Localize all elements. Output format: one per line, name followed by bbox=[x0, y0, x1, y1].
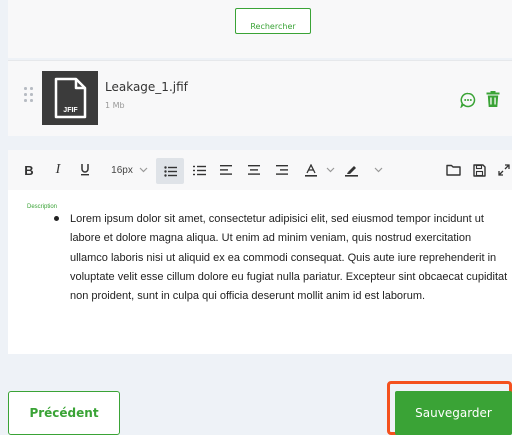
save-icon[interactable] bbox=[470, 150, 488, 190]
attachment-row: JFIF Leakage_1.jfif 1 Mb bbox=[8, 60, 512, 136]
highlight-color-icon[interactable] bbox=[342, 150, 360, 190]
description-label: Description bbox=[27, 204, 58, 210]
bullet-icon bbox=[54, 216, 59, 221]
align-center-icon[interactable] bbox=[246, 150, 262, 190]
folder-icon[interactable] bbox=[444, 150, 462, 190]
file-type-label: JFIF bbox=[63, 107, 78, 114]
file-name: Leakage_1.jfif bbox=[105, 80, 188, 94]
bold-icon[interactable]: B bbox=[22, 150, 36, 190]
chevron-down-icon[interactable] bbox=[372, 150, 384, 190]
file-thumbnail[interactable]: JFIF bbox=[42, 71, 98, 125]
expand-icon[interactable] bbox=[496, 150, 512, 190]
trash-icon[interactable] bbox=[486, 91, 500, 107]
align-left-icon[interactable] bbox=[218, 150, 234, 190]
bullet-list-icon[interactable] bbox=[156, 158, 184, 184]
chevron-down-icon[interactable] bbox=[324, 150, 336, 190]
align-right-icon[interactable] bbox=[274, 150, 290, 190]
rich-text-editor: B I 16px Description Lorem ipsum dolor s… bbox=[8, 150, 512, 354]
editor-content[interactable]: Lorem ipsum dolor sit amet, consectetur … bbox=[70, 210, 510, 306]
search-button[interactable]: Rechercher bbox=[235, 8, 311, 34]
file-icon: JFIF bbox=[54, 77, 87, 119]
text-color-icon[interactable] bbox=[302, 150, 320, 190]
previous-button[interactable]: Précédent bbox=[8, 391, 120, 435]
save-button[interactable]: Sauvegarder bbox=[395, 391, 512, 435]
numbered-list-icon[interactable] bbox=[191, 150, 207, 190]
comment-icon[interactable] bbox=[460, 92, 476, 108]
editor-toolbar: B I 16px bbox=[8, 150, 512, 190]
search-section: Rechercher bbox=[8, 0, 512, 58]
font-size-select[interactable]: 16px bbox=[106, 150, 138, 190]
drag-handle-icon[interactable] bbox=[24, 87, 34, 103]
italic-icon[interactable]: I bbox=[51, 150, 65, 190]
chevron-down-icon[interactable] bbox=[137, 150, 149, 190]
underline-icon[interactable] bbox=[78, 150, 92, 190]
file-size: 1 Mb bbox=[105, 101, 125, 110]
